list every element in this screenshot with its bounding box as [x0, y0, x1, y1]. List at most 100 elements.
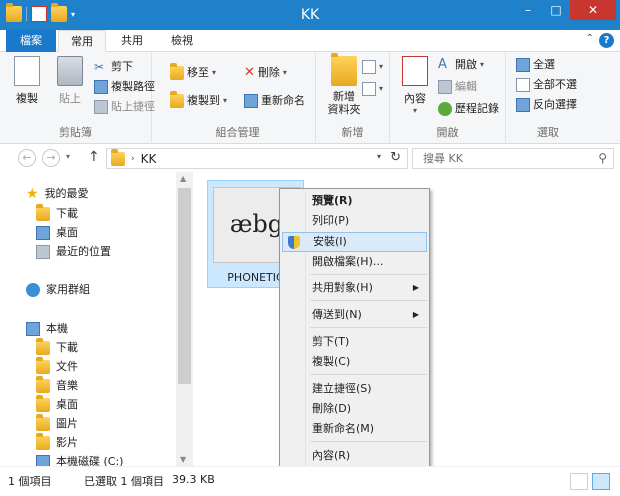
breadcrumb-path[interactable]: KK [141, 152, 157, 166]
nav-downloads[interactable]: 下載 [36, 204, 78, 224]
nav-local-disk[interactable]: 本機磁碟 (C:) [36, 452, 123, 466]
navpane-scrollbar[interactable]: ▲ ▼ [176, 172, 193, 466]
delete-icon: ✕ [244, 65, 255, 80]
move-to-icon [170, 63, 184, 80]
invert-selection-label: 反向選擇 [533, 98, 577, 111]
menu-item-copy[interactable]: 複製(C) [282, 352, 427, 372]
nav-pictures[interactable]: 圖片 [36, 414, 78, 434]
delete-button[interactable]: ✕ 刪除 ▾ [244, 64, 287, 82]
menu-item-share-with[interactable]: 共用對象(H) ▶ [282, 278, 427, 298]
pictures-folder-icon [36, 414, 50, 431]
help-icon[interactable]: ? [599, 33, 614, 48]
move-to-dropdown-icon: ▾ [212, 68, 217, 77]
menu-item-open-location[interactable]: 開啟檔案(H)... [282, 252, 427, 272]
nav-documents[interactable]: 文件 [36, 357, 78, 377]
menu-item-cut[interactable]: 剪下(T) [282, 332, 427, 352]
rename-button[interactable]: 重新命名 [244, 92, 305, 110]
nav-pc-desktop[interactable]: 桌面 [36, 395, 78, 415]
history-button[interactable]: 歷程記錄 [438, 100, 499, 118]
organize-group: 移至 ▾ 複製到 ▾ ✕ 刪除 ▾ 重新命名 組合管理 [160, 52, 316, 144]
paste-button[interactable]: 貼上 [52, 56, 88, 106]
edit-icon [438, 80, 452, 94]
navigation-bar: ← → ▾ ↑ › KK ▾ ↻ 搜尋 KK ⚲ [0, 144, 620, 172]
open-button[interactable]: A 開啟 ▾ [438, 56, 484, 74]
scroll-up-icon[interactable]: ▲ [180, 174, 186, 183]
nav-recent[interactable]: 最近的位置 [36, 242, 111, 262]
tab-share[interactable]: 共用 [108, 30, 156, 52]
copy-to-button[interactable]: 複製到 ▾ [170, 91, 228, 110]
recent-locations-icon[interactable]: ▾ [66, 152, 70, 161]
rename-icon [244, 94, 258, 108]
menu-item-send-to[interactable]: 傳送到(N) ▶ [282, 305, 427, 325]
context-menu: 預覽(R) 列印(P) 安裝(I) 開啟檔案(H)... 共用對象(H) ▶ 傳… [279, 188, 430, 470]
address-dropdown-icon[interactable]: ▾ [377, 152, 381, 161]
menu-item-delete[interactable]: 刪除(D) [282, 399, 427, 419]
select-none-label: 全部不選 [533, 78, 577, 91]
menu-item-install[interactable]: 安裝(I) [282, 232, 427, 252]
nav-pc-downloads[interactable]: 下載 [36, 338, 78, 358]
nav-favorites[interactable]: ★ 我的最愛 [26, 184, 89, 204]
select-all-label: 全選 [533, 58, 555, 71]
scroll-thumb[interactable] [178, 188, 191, 384]
menu-item-properties[interactable]: 內容(R) [282, 446, 427, 466]
nav-pc-desktop-label: 桌面 [56, 398, 78, 411]
easy-access-button[interactable]: ▾ [362, 80, 383, 98]
select-all-button[interactable]: 全選 [516, 56, 555, 74]
edit-button[interactable]: 編輯 [438, 78, 477, 96]
maximize-button[interactable]: □ [542, 0, 570, 20]
copy-icon [14, 56, 40, 86]
nav-music[interactable]: 音樂 [36, 376, 78, 396]
nav-videos[interactable]: 影片 [36, 433, 78, 453]
menu-item-preview[interactable]: 預覽(R) [282, 191, 427, 211]
address-bar[interactable]: › KK ▾ ↻ [106, 148, 408, 169]
ribbon-collapse-icon[interactable]: ⌃ [586, 33, 594, 44]
search-placeholder: 搜尋 KK [423, 152, 463, 165]
large-icons-view-icon[interactable] [592, 473, 610, 490]
nav-this-pc[interactable]: 本機 [26, 319, 68, 339]
paste-icon [57, 56, 83, 86]
computer-icon [26, 322, 40, 336]
cut-button[interactable]: ✂ 剪下 [94, 58, 133, 76]
copy-path-button[interactable]: 複製路徑 [94, 78, 155, 96]
invert-selection-button[interactable]: 反向選擇 [516, 96, 577, 114]
menu-separator [310, 374, 427, 375]
nav-documents-label: 文件 [56, 360, 78, 373]
search-input[interactable]: 搜尋 KK ⚲ [412, 148, 614, 169]
back-button[interactable]: ← [18, 149, 36, 167]
details-view-icon[interactable] [570, 473, 588, 490]
tab-view[interactable]: 檢視 [158, 30, 206, 52]
forward-button[interactable]: → [42, 149, 60, 167]
up-button[interactable]: ↑ [88, 149, 100, 165]
nav-desktop[interactable]: 桌面 [36, 223, 78, 243]
status-bar: 1 個項目 已選取 1 個項目 39.3 KB [0, 466, 620, 496]
breadcrumb-chevron-icon[interactable]: › [131, 154, 135, 164]
scroll-down-icon[interactable]: ▼ [180, 455, 186, 464]
select-none-button[interactable]: 全部不選 [516, 76, 577, 94]
menu-item-rename[interactable]: 重新命名(M) [282, 419, 427, 439]
menu-item-create-shortcut[interactable]: 建立捷徑(S) [282, 379, 427, 399]
move-to-button[interactable]: 移至 ▾ [170, 63, 217, 82]
tab-home[interactable]: 常用 [58, 30, 106, 52]
paste-shortcut-label: 貼上捷徑 [111, 100, 155, 113]
copy-button[interactable]: 複製 [12, 56, 42, 106]
select-group: 全選 全部不選 反向選擇 選取 [506, 52, 590, 144]
properties-icon [402, 56, 428, 86]
copy-to-dropdown-icon: ▾ [223, 96, 228, 105]
close-button[interactable]: ✕ [570, 0, 616, 20]
nav-homegroup[interactable]: 家用群組 [26, 280, 90, 300]
new-folder-button[interactable]: 新增 資料夾 [322, 53, 366, 116]
refresh-icon[interactable]: ↻ [390, 150, 401, 165]
paste-shortcut-icon [94, 100, 108, 114]
edit-label: 編輯 [455, 80, 477, 93]
easy-access-dropdown-icon: ▾ [379, 84, 384, 93]
tab-file[interactable]: 檔案 [6, 30, 56, 52]
new-item-button[interactable]: ▾ [362, 58, 383, 76]
new-folder-label: 新增 資料夾 [327, 90, 361, 116]
minimize-button[interactable]: – [514, 0, 542, 20]
properties-button[interactable]: 內容 ▾ [400, 56, 430, 115]
desktop-folder-icon [36, 395, 50, 412]
menu-item-print[interactable]: 列印(P) [282, 211, 427, 231]
search-icon[interactable]: ⚲ [598, 149, 607, 168]
paste-shortcut-button[interactable]: 貼上捷徑 [94, 98, 155, 116]
history-label: 歷程記錄 [455, 102, 499, 115]
